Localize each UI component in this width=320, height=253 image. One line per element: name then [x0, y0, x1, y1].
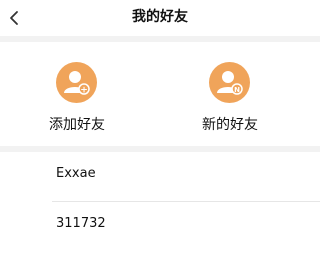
- new-friend-icon: N: [209, 62, 250, 103]
- friend-name: Exxae: [56, 166, 96, 181]
- friend-list-item[interactable]: 311732: [0, 202, 320, 252]
- friend-name: 311732: [56, 216, 106, 231]
- add-friend-icon: +: [56, 62, 97, 103]
- new-badge: N: [234, 86, 240, 94]
- add-friend-label: 添加好友: [49, 117, 105, 133]
- friend-list-item[interactable]: Exxae: [0, 152, 320, 202]
- new-friend-label: 新的好友: [202, 117, 258, 133]
- add-friend-button[interactable]: + 添加好友: [22, 42, 132, 146]
- add-badge: +: [80, 86, 88, 96]
- friend-actions: + 添加好友 N 新的好友: [0, 42, 320, 146]
- new-friend-button[interactable]: N 新的好友: [175, 42, 285, 146]
- page-title: 我的好友: [132, 9, 188, 25]
- header: 我的好友: [0, 0, 320, 36]
- friend-list: Exxae 311732: [0, 152, 320, 253]
